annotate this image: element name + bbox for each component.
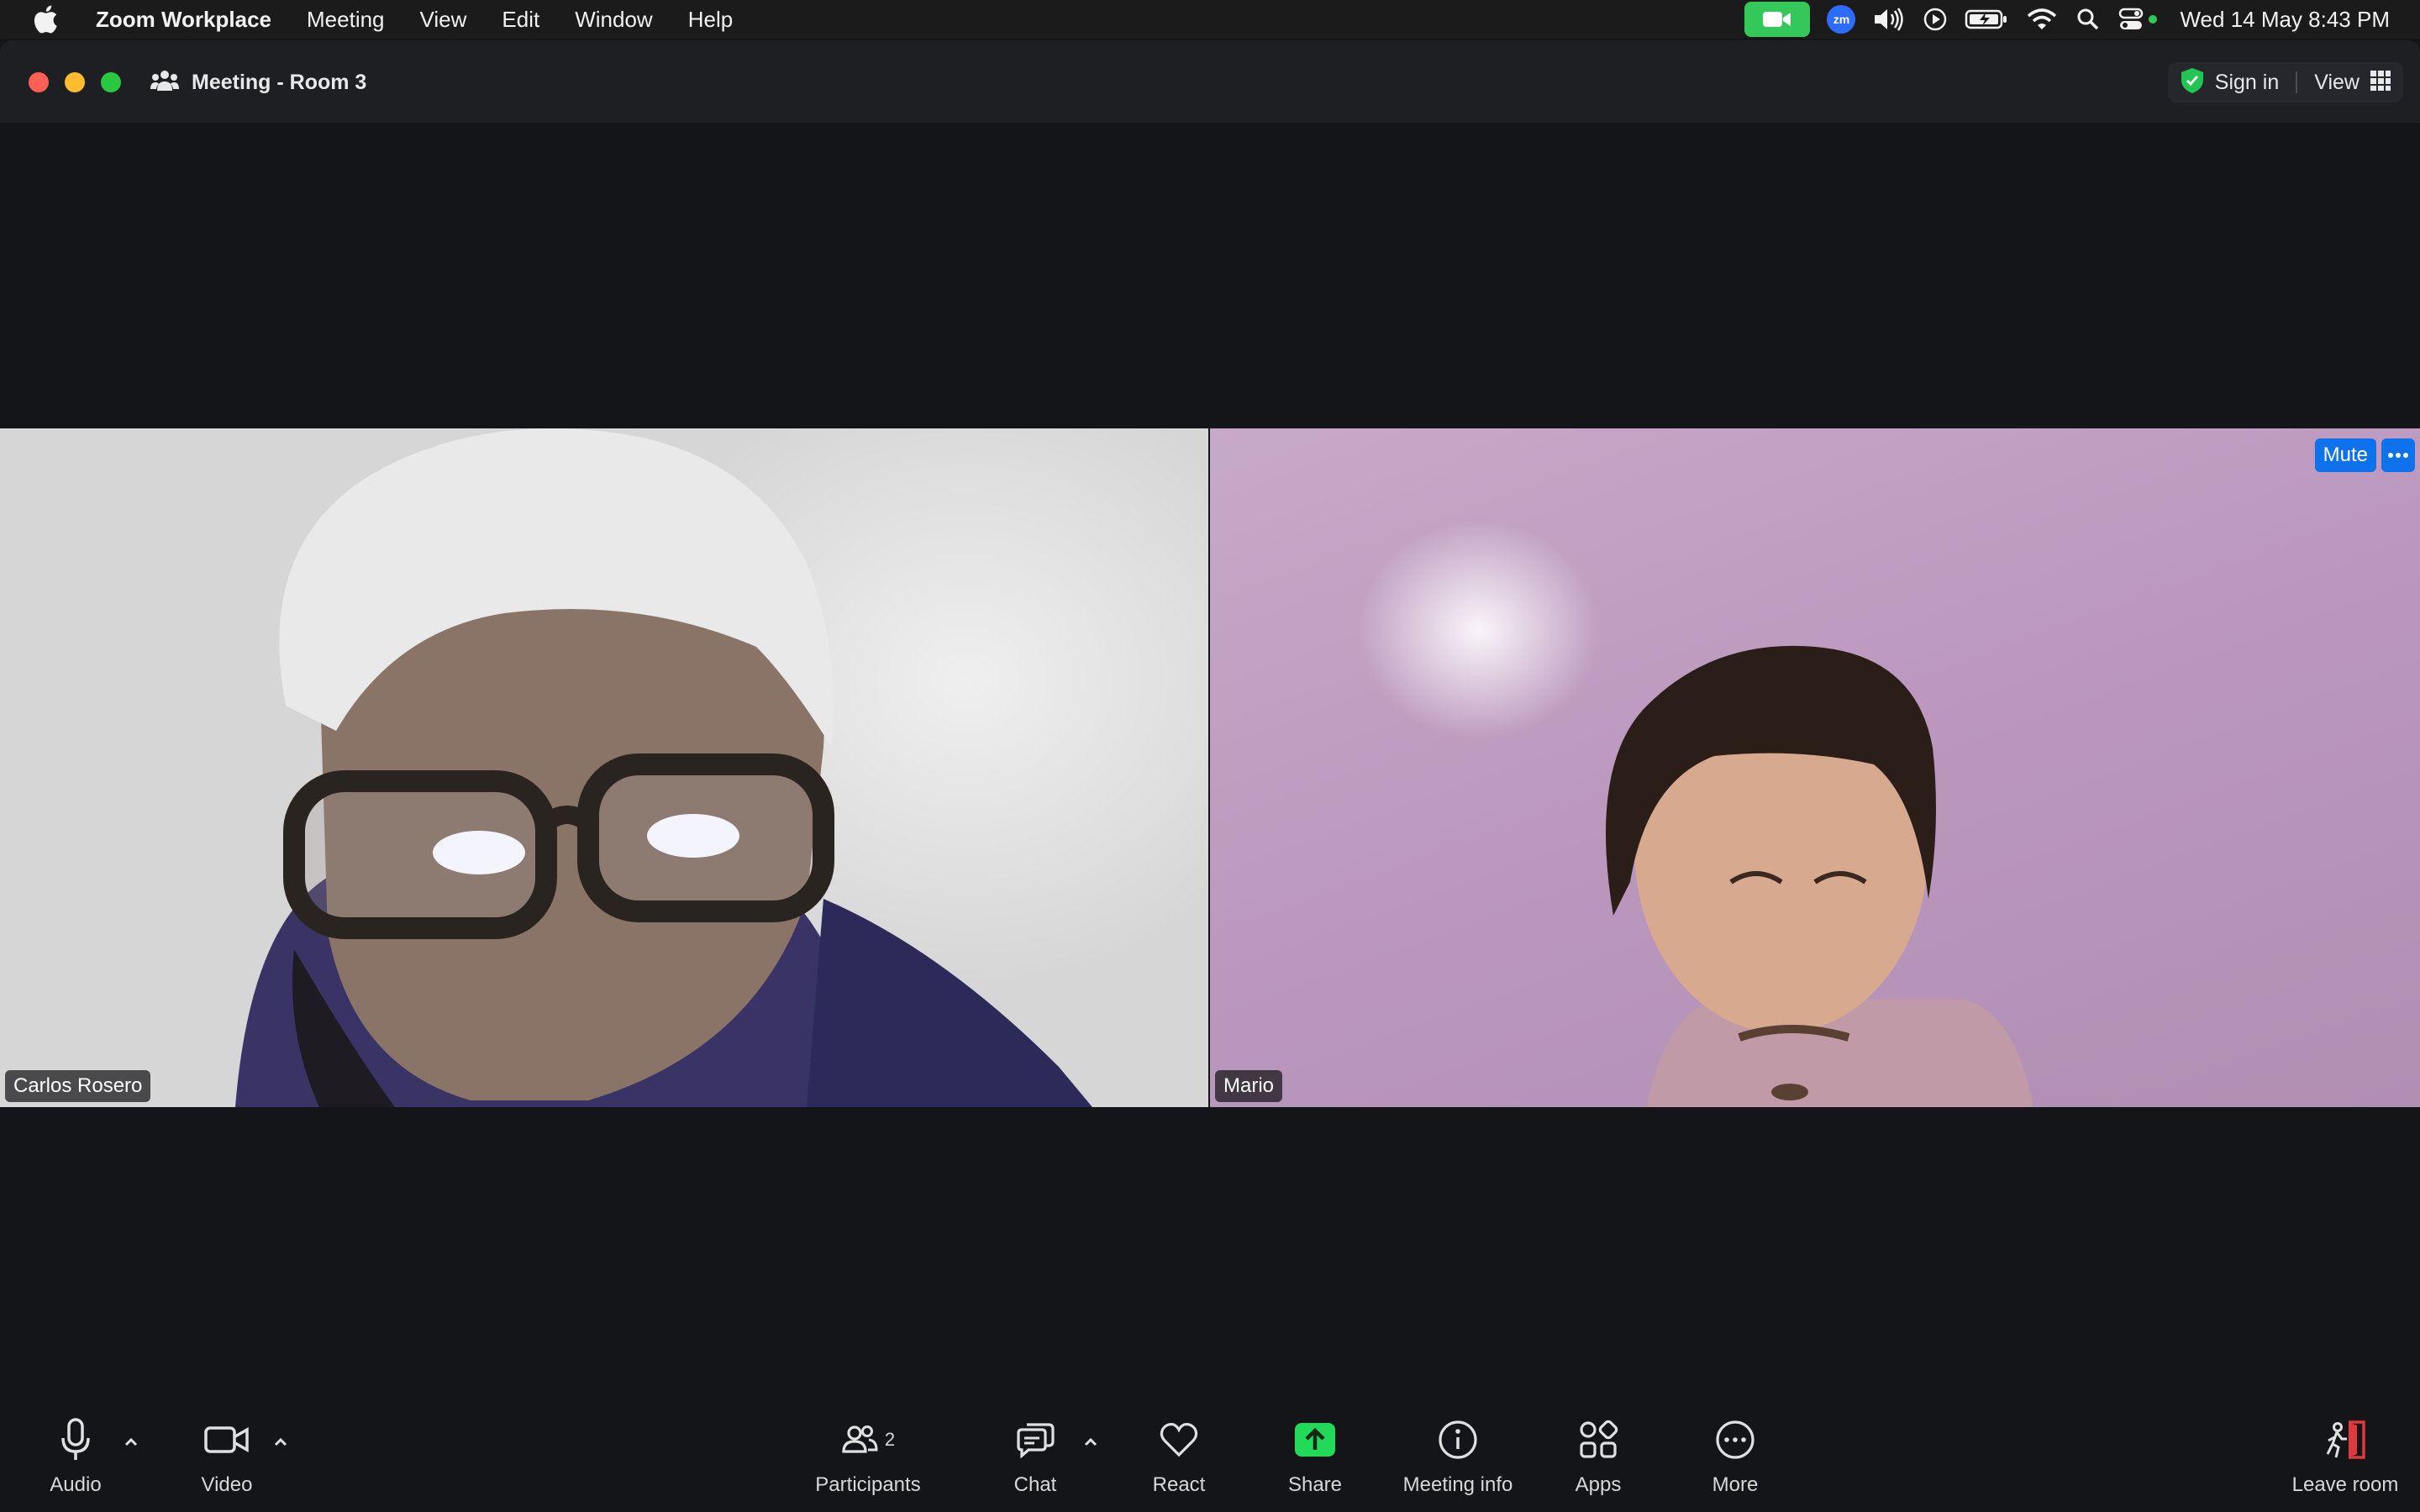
chat-icon [1015, 1416, 1055, 1463]
volume-icon[interactable] [1872, 0, 1906, 39]
grid-view-icon[interactable] [2370, 70, 2391, 96]
participants-icon: 2 [841, 1416, 895, 1463]
participant-video-feed [1606, 645, 2033, 1107]
share-label: Share [1287, 1473, 1343, 1496]
leave-room-icon [2323, 1416, 2367, 1463]
more-dots-icon [1715, 1416, 1755, 1463]
apps-button[interactable]: Apps [1568, 1416, 1628, 1504]
window-title: Meeting - Room 3 [192, 70, 367, 94]
heart-icon [1159, 1416, 1199, 1463]
share-button[interactable]: Share [1284, 1416, 1346, 1504]
video-options-chevron-up-icon[interactable] [271, 1432, 291, 1452]
video-label: Video [201, 1473, 253, 1496]
audio-button[interactable]: Audio [42, 1416, 109, 1504]
chat-button[interactable]: Chat [1004, 1416, 1066, 1504]
microphone-icon [59, 1416, 92, 1463]
menu-view[interactable]: View [420, 7, 467, 33]
search-icon[interactable] [2075, 0, 2101, 39]
leave-room-label: Leave room [2291, 1473, 2399, 1496]
minimize-window-button[interactable] [65, 72, 85, 92]
window-title-bar: Meeting - Room 3 Sign in View [0, 40, 2420, 123]
participants-count: 2 [884, 1429, 896, 1450]
menu-help[interactable]: Help [688, 7, 733, 33]
menu-edit[interactable]: Edit [502, 7, 539, 33]
wifi-icon[interactable] [2025, 0, 2059, 39]
encryption-shield-icon[interactable] [2180, 66, 2205, 99]
apps-icon [1578, 1416, 1618, 1463]
control-center-icon[interactable] [2118, 0, 2160, 39]
participant-video-feed [235, 428, 1092, 1107]
video-button[interactable]: Video [190, 1416, 264, 1504]
apps-label: Apps [1575, 1473, 1622, 1496]
fullscreen-window-button[interactable] [101, 72, 121, 92]
participant-name-tag: Mario [1215, 1070, 1283, 1102]
zoom-badge-icon[interactable]: zm [1827, 0, 1856, 39]
participant-name-tag: Carlos Rosero [5, 1070, 151, 1102]
menubar-clock[interactable]: Wed 14 May 8:43 PM [2180, 7, 2390, 33]
view-button[interactable]: View [2314, 71, 2360, 95]
meeting-info-button[interactable]: Meeting info [1395, 1416, 1521, 1504]
chat-label: Chat [1013, 1473, 1057, 1496]
divider [2296, 71, 2298, 93]
title-right-controls: Sign in View [2167, 62, 2403, 102]
video-tile-carlos[interactable]: Carlos Rosero [0, 428, 1208, 1107]
more-label: More [1712, 1473, 1759, 1496]
meeting-info-label: Meeting info [1402, 1473, 1513, 1496]
play-icon[interactable] [1923, 0, 1948, 39]
leave-room-button[interactable]: Leave room [2287, 1416, 2403, 1504]
menu-app-name[interactable]: Zoom Workplace [96, 7, 271, 33]
mute-participant-button[interactable]: Mute [2314, 438, 2376, 472]
more-button[interactable]: More [1704, 1416, 1766, 1504]
participants-label: Participants [815, 1473, 921, 1496]
menu-meeting[interactable]: Meeting [307, 7, 385, 33]
audio-options-chevron-up-icon[interactable] [121, 1432, 141, 1452]
apple-icon[interactable] [29, 3, 62, 36]
video-camera-icon [203, 1416, 250, 1463]
info-icon [1438, 1416, 1478, 1463]
battery-icon[interactable] [1965, 0, 2008, 39]
sign-in-button[interactable]: Sign in [2215, 71, 2279, 95]
menu-bar: Zoom Workplace Meeting View Edit Window … [0, 0, 2420, 39]
video-tile-mario[interactable]: Mute Mario [1210, 428, 2420, 1107]
react-label: React [1152, 1473, 1206, 1496]
breakout-room-icon [150, 67, 180, 98]
react-button[interactable]: React [1147, 1416, 1211, 1504]
more-options-icon[interactable] [2381, 438, 2415, 472]
menu-window[interactable]: Window [575, 7, 652, 33]
share-screen-icon [1293, 1416, 1337, 1463]
audio-label: Audio [50, 1473, 102, 1496]
chat-options-chevron-up-icon[interactable] [1081, 1432, 1101, 1452]
close-window-button[interactable] [29, 72, 49, 92]
zoom-video-status-icon[interactable] [1744, 0, 1811, 39]
participants-button[interactable]: 2 Participants [807, 1416, 929, 1504]
